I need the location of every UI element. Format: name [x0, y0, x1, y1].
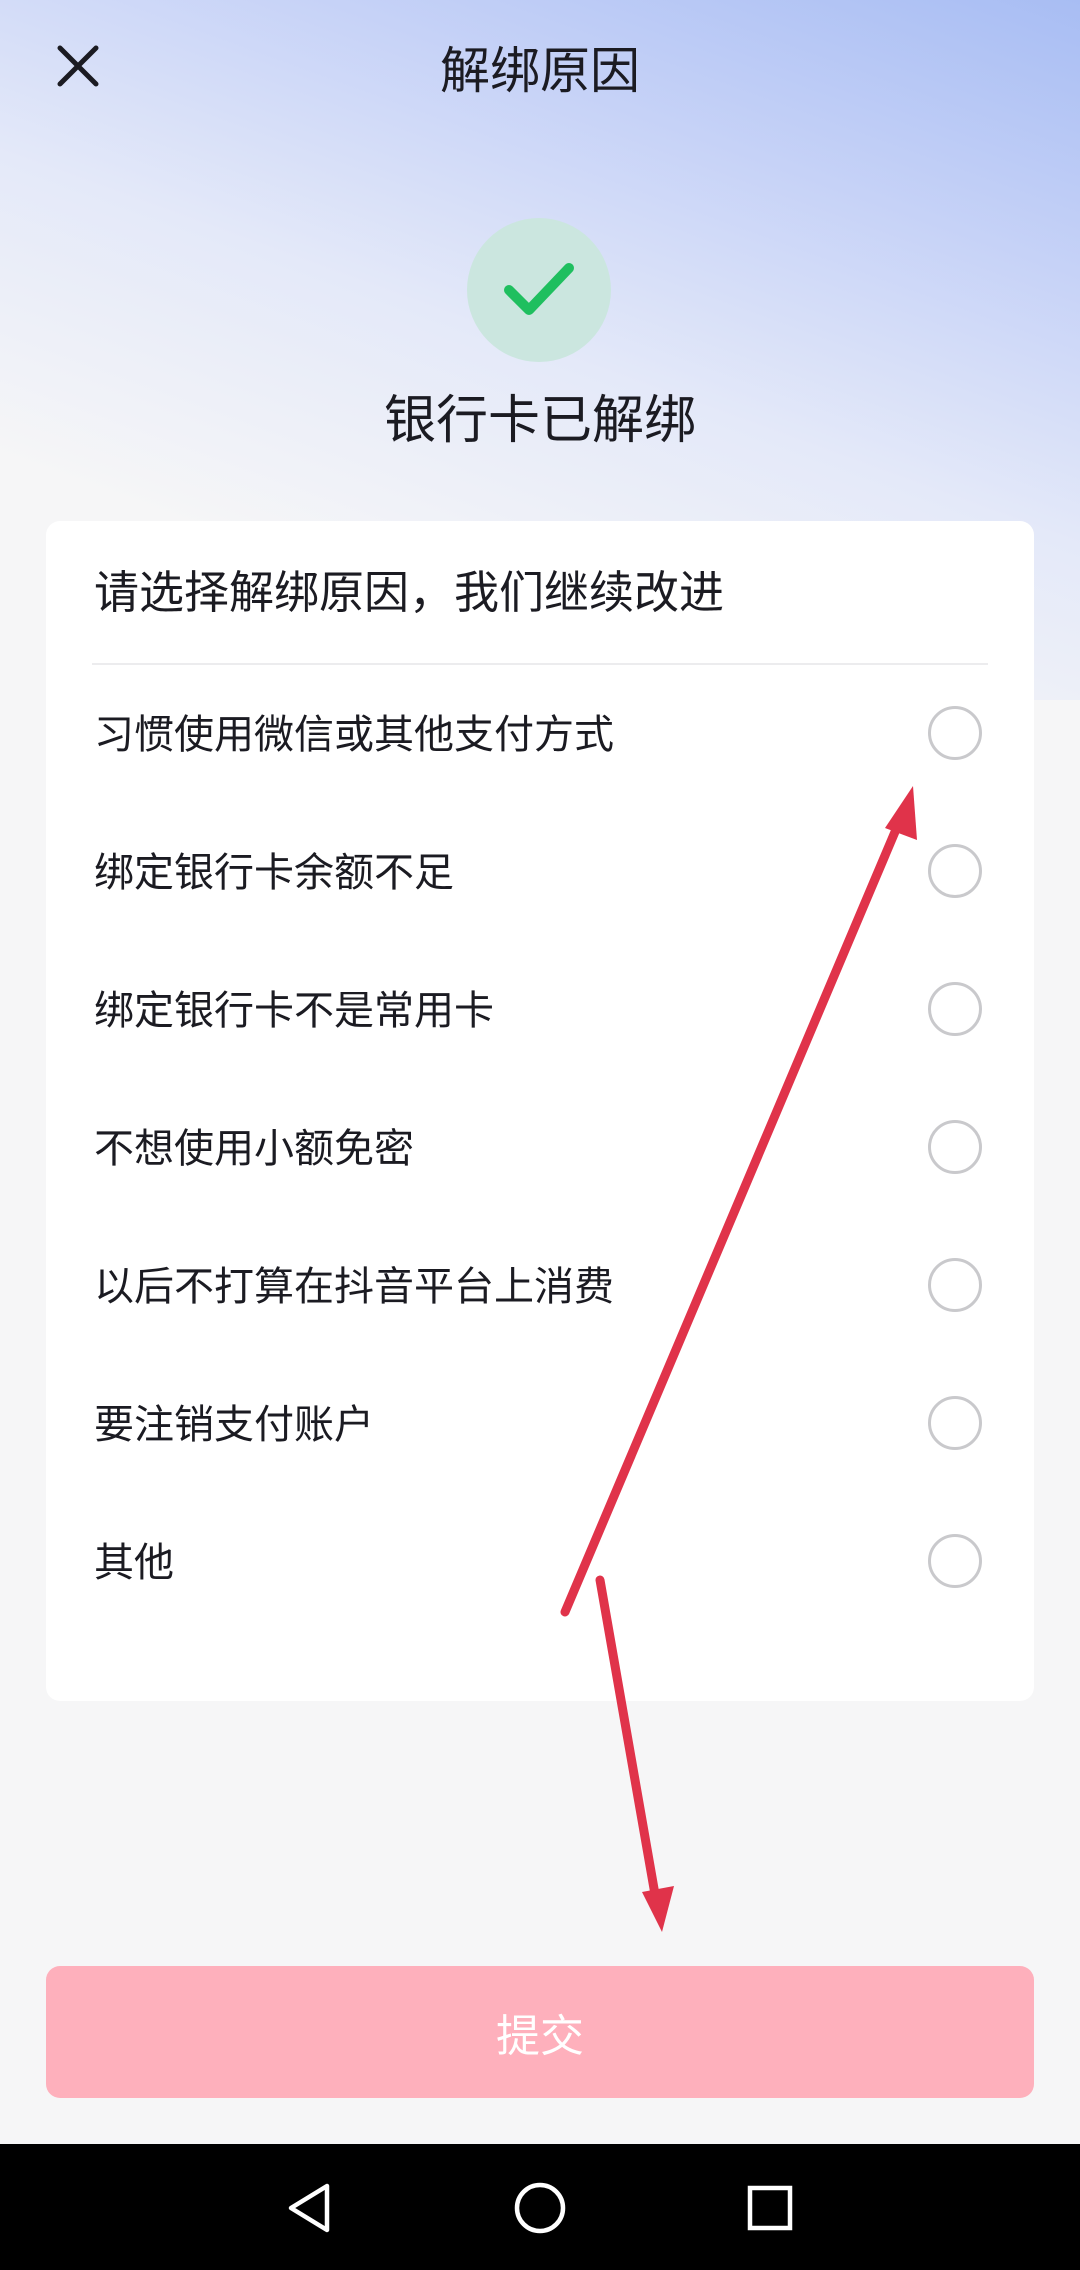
success-badge	[467, 218, 611, 362]
radio-button[interactable]	[928, 706, 982, 760]
reason-card: 请选择解绑原因，我们继续改进 习惯使用微信或其他支付方式 绑定银行卡余额不足 绑…	[46, 521, 1034, 1701]
status-text: 银行卡已解绑	[383, 391, 696, 451]
reason-label: 以后不打算在抖音平台上消费	[94, 1264, 614, 1310]
radio-button[interactable]	[928, 1534, 982, 1588]
radio-button[interactable]	[928, 982, 982, 1036]
system-navigation-bar	[0, 2144, 1080, 2270]
home-circle-icon	[514, 2182, 566, 2234]
back-triangle-icon	[288, 2183, 330, 2233]
reason-option-6[interactable]: 要注销支付账户	[46, 1356, 1034, 1494]
radio-button[interactable]	[928, 1120, 982, 1174]
check-icon	[504, 263, 574, 315]
recents-button[interactable]	[734, 2172, 806, 2244]
reason-option-1[interactable]: 习惯使用微信或其他支付方式	[46, 666, 1034, 804]
card-heading: 请选择解绑原因，我们继续改进	[94, 566, 725, 619]
radio-button[interactable]	[928, 1258, 982, 1312]
reason-label: 不想使用小额免密	[94, 1126, 414, 1172]
reason-label: 习惯使用微信或其他支付方式	[94, 712, 614, 758]
reason-option-2[interactable]: 绑定银行卡余额不足	[46, 804, 1034, 942]
reason-label: 绑定银行卡余额不足	[94, 850, 454, 896]
page-title: 解绑原因	[440, 42, 640, 100]
reason-option-4[interactable]: 不想使用小额免密	[46, 1080, 1034, 1218]
reason-label: 其他	[94, 1540, 174, 1586]
radio-button[interactable]	[928, 1396, 982, 1450]
reason-option-7[interactable]: 其他	[46, 1494, 1034, 1632]
divider	[92, 663, 988, 665]
back-button[interactable]	[273, 2172, 345, 2244]
submit-button[interactable]: 提交	[46, 1966, 1034, 2098]
reason-option-3[interactable]: 绑定银行卡不是常用卡	[46, 942, 1034, 1080]
recents-square-icon	[747, 2185, 793, 2231]
reason-option-5[interactable]: 以后不打算在抖音平台上消费	[46, 1218, 1034, 1356]
home-button[interactable]	[504, 2172, 576, 2244]
radio-button[interactable]	[928, 844, 982, 898]
reason-label: 要注销支付账户	[94, 1402, 374, 1448]
reason-label: 绑定银行卡不是常用卡	[94, 988, 494, 1034]
